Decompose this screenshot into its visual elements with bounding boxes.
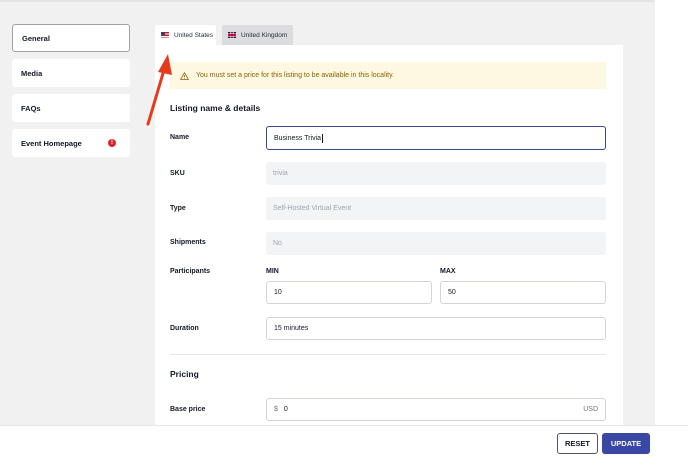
alert-text: You must set a price for this listing to… [196,72,395,79]
base-price-field[interactable]: $ 0 USD [266,398,606,421]
base-price-label: Base price [170,406,206,413]
type-label: Type [170,205,186,212]
duration-value: 15 minutes [274,325,309,332]
min-value: 10 [274,289,282,296]
duration-label: Duration [170,325,199,332]
min-participants-field[interactable]: 10 [266,281,432,304]
participants-label: Participants [170,268,211,275]
max-value: 50 [448,289,456,296]
sidebar-item-label: Media [21,68,43,78]
top-border [0,0,655,2]
base-price-value: 0 [283,406,288,413]
text-caret [322,133,323,143]
shipments-value: No [273,240,282,247]
currency-code: USD [583,406,598,413]
min-label: MIN [266,268,279,275]
sidebar-item-label: Event Homepage [21,138,82,148]
shipments-field: No [266,232,606,255]
sidebar-item-event-homepage[interactable]: Event Homepage ! [12,129,130,157]
max-label: MAX [440,268,456,275]
tab-label: United States [174,31,214,39]
section-divider [170,354,606,355]
us-flag-icon [161,32,169,38]
name-value: Business Trivia [274,134,322,142]
tab-united-states[interactable]: United States [155,25,216,45]
duration-field[interactable]: 15 minutes [266,317,606,340]
update-button[interactable]: UPDATE [602,433,650,454]
reset-button[interactable]: RESET [557,433,598,454]
sidebar-item-label: General [22,33,50,43]
name-label: Name [170,134,190,141]
listing-section-title: Listing name & details [170,103,261,113]
sku-field: trivia [266,162,606,185]
sidebar-item-faqs[interactable]: FAQs [12,94,130,122]
sku-value: trivia [273,170,288,177]
tab-label: United Kingdom [241,31,288,39]
error-badge-icon: ! [108,139,116,147]
sidebar-item-media[interactable]: Media [12,59,130,87]
type-value: Self-Hosted Virtual Event [273,205,352,212]
sku-label: SKU [170,170,185,177]
sidebar-item-label: FAQs [21,103,41,113]
warning-icon [180,71,189,80]
max-participants-field[interactable]: 50 [440,281,606,304]
uk-flag-icon [228,32,236,38]
shipments-label: Shipments [170,239,206,246]
pricing-section-title: Pricing [170,369,199,379]
name-field[interactable]: Business Trivia [266,126,606,150]
sidebar-item-general[interactable]: General [12,24,130,52]
tab-united-kingdom[interactable]: United Kingdom [222,25,293,45]
currency-symbol: $ [274,406,278,413]
price-warning-alert: You must set a price for this listing to… [170,62,606,89]
type-field: Self-Hosted Virtual Event [266,197,606,220]
